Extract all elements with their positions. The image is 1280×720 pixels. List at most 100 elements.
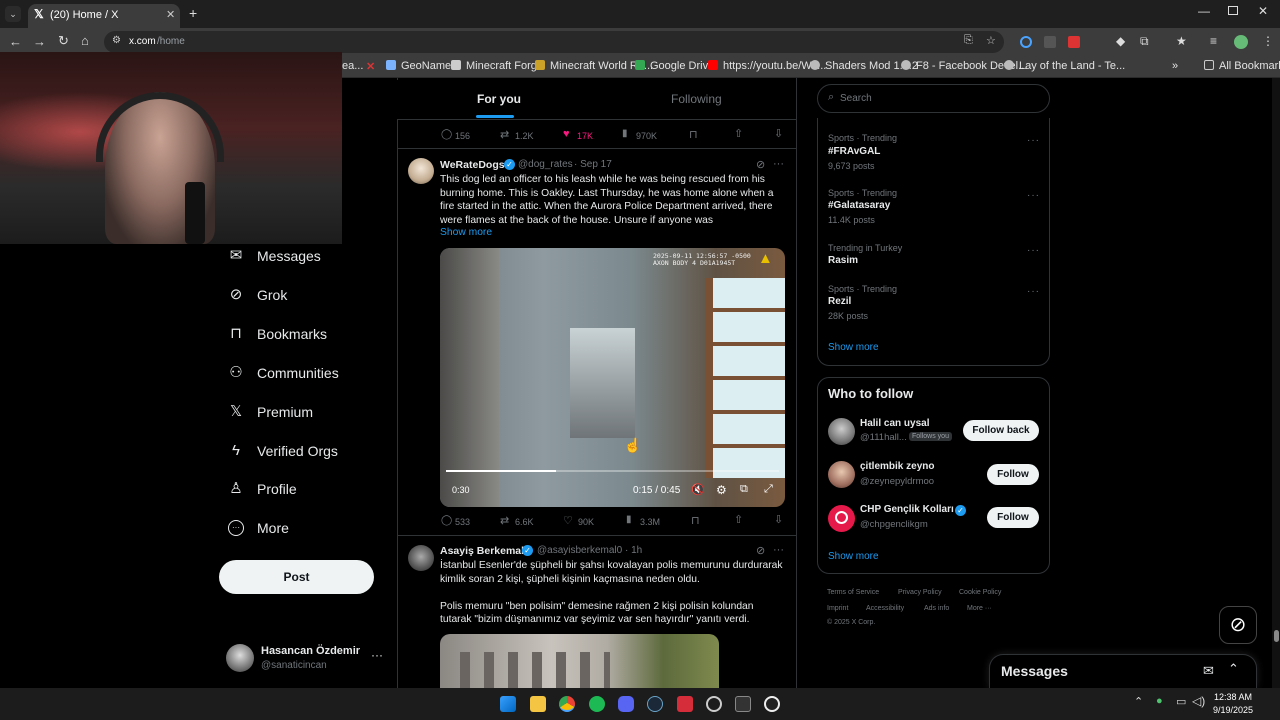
install-app-icon[interactable]: ⎘ [964,34,973,47]
reload-icon[interactable]: ↻ [58,33,69,49]
reply-icon[interactable]: ◯ [441,515,452,526]
tweet-author[interactable]: Asayiş Berkemal [440,545,524,557]
avatar[interactable] [828,418,855,445]
download-icon[interactable]: ⇩ [774,513,783,526]
avatar[interactable] [408,545,434,571]
settings-gear-icon[interactable]: ⚙ [716,483,727,497]
follow-back-button[interactable]: Follow back [963,420,1039,441]
repost-icon[interactable]: ⇄ [500,514,509,527]
tweet-more-icon[interactable]: ··· [773,544,784,556]
avatar[interactable] [408,158,434,184]
mute-icon[interactable]: 🔇 [691,483,705,496]
tweet-image[interactable] [440,634,719,688]
tab-close-icon[interactable]: ✕ [166,8,175,21]
video-player[interactable]: 2025-09-11 12:56:57 -0500 AXON BODY 4 D0… [440,248,785,507]
show-more-trends-link[interactable]: Show more [828,342,879,353]
bookmark-item[interactable]: https://youtu.be/Wx... [708,60,826,72]
bookmark-item[interactable]: Minecraft Forge [451,60,543,72]
trend-name[interactable]: #FRAvGAL [828,146,880,157]
extension-3-icon[interactable] [1068,36,1080,48]
trend-more-icon[interactable]: ··· [1027,245,1040,256]
home-icon[interactable]: ⌂ [81,33,89,48]
new-message-icon[interactable]: ✉ [1203,663,1214,679]
footer-ads-info[interactable]: Ads info [924,605,949,612]
grok-float-button[interactable]: ⊘ [1219,606,1257,644]
site-info-icon[interactable]: ⚙ [112,35,121,46]
footer-accessibility[interactable]: Accessibility [866,605,904,612]
tab-search-button[interactable]: ⌄ [5,6,21,22]
share-icon[interactable]: ⇧ [734,127,743,140]
views-icon[interactable]: ▮ [622,128,628,139]
discord-icon[interactable] [618,696,634,712]
clock-time[interactable]: 12:38 AM [1214,692,1252,702]
follow-suggestion-name[interactable]: Halil can uysal [860,418,929,429]
chrome-icon[interactable] [559,696,575,712]
trend-name[interactable]: Rasim [828,255,858,266]
footer-imprint[interactable]: Imprint [827,605,848,612]
footer-privacy[interactable]: Privacy Policy [898,589,942,596]
bookmark-item[interactable]: ea... [342,60,363,72]
bookmark-star-icon[interactable]: ★ [1176,34,1187,48]
show-more-link[interactable]: Show more [440,227,492,238]
account-menu-icon[interactable]: ··· [371,648,383,662]
extensions-puzzle-icon[interactable]: ⧉ [1140,34,1149,49]
page-scrollbar[interactable] [1272,78,1280,688]
steam-icon[interactable] [647,696,663,712]
tweet-handle[interactable]: @dog_rates [518,159,573,170]
footer-terms[interactable]: Terms of Service [827,589,879,596]
extension-2-icon[interactable] [1044,36,1056,48]
maximize-button[interactable] [1228,6,1238,15]
video-progress-track[interactable] [446,470,779,472]
new-tab-button[interactable]: + [189,5,197,21]
volume-icon[interactable]: ◁) [1192,694,1205,708]
reading-list-icon[interactable]: ≡ [1210,34,1217,48]
mic-icon[interactable]: ● [1156,695,1163,707]
follow-button[interactable]: Follow [987,507,1039,528]
all-bookmarks[interactable]: All Bookmarks [1204,60,1280,72]
tweet-more-icon[interactable]: ··· [773,158,784,170]
address-bar[interactable]: ⚙ x.com /home ⎘ ☆ [104,31,1004,53]
trend-more-icon[interactable]: ··· [1027,190,1040,201]
spotify-icon[interactable] [589,696,605,712]
tab-for-you[interactable]: For you [477,92,521,106]
avatar[interactable] [828,505,855,532]
like-icon[interactable]: ♡ [563,514,573,527]
tray-chevron-icon[interactable]: ⌃ [1134,695,1143,708]
avatar[interactable] [828,461,855,488]
download-icon[interactable]: ⇩ [774,127,783,140]
bookmark-icon[interactable]: ⊓ [689,128,698,141]
follow-suggestion-name[interactable]: CHP Gençlik Kolları [860,504,954,515]
bookmark-item[interactable]: GeoNames [386,60,457,72]
forward-icon[interactable]: → [33,34,46,49]
footer-cookie[interactable]: Cookie Policy [959,589,1001,596]
search-input[interactable]: ⌕ Search [817,84,1050,113]
trend-name[interactable]: Rezil [828,296,851,307]
scrollbar-thumb[interactable] [1274,630,1279,642]
share-icon[interactable]: ⇧ [734,513,743,526]
views-icon[interactable]: ▮ [626,514,632,525]
grok-tweet-icon[interactable]: ⊘ [756,544,765,557]
like-icon[interactable]: ♥ [563,128,570,140]
clock-date[interactable]: 9/19/2025 [1213,705,1253,715]
bookmark-item[interactable]: Google Drive [635,60,714,72]
active-tab[interactable]: 𝕏 (20) Home / X ✕ [28,4,180,28]
repost-icon[interactable]: ⇄ [500,128,509,141]
follow-suggestion-name[interactable]: çitlembik zeyno [860,461,934,472]
menu-dots-icon[interactable]: ⋮ [1262,34,1274,48]
tweet-author[interactable]: WeRateDogs [440,159,505,171]
terminal-icon[interactable] [735,696,751,712]
extension-4-icon[interactable]: ◆ [1116,34,1125,48]
pip-icon[interactable]: ⧉ [740,483,748,496]
extension-1-icon[interactable] [1020,36,1032,48]
tweet-handle[interactable]: @asayisberkemal0 [537,545,622,556]
profile-avatar-icon[interactable] [1234,35,1248,49]
close-window-button[interactable]: ✕ [1258,4,1268,18]
bookmark-item[interactable]: Lay of the Land - Te... [1004,60,1125,72]
show-more-follow-link[interactable]: Show more [828,551,879,562]
trend-more-icon[interactable]: ··· [1027,286,1040,297]
trend-more-icon[interactable]: ··· [1027,135,1040,146]
app-circle-icon[interactable] [706,696,722,712]
post-button[interactable]: Post [219,560,374,594]
file-explorer-icon[interactable] [530,696,546,712]
trend-name[interactable]: #Galatasaray [828,200,890,211]
